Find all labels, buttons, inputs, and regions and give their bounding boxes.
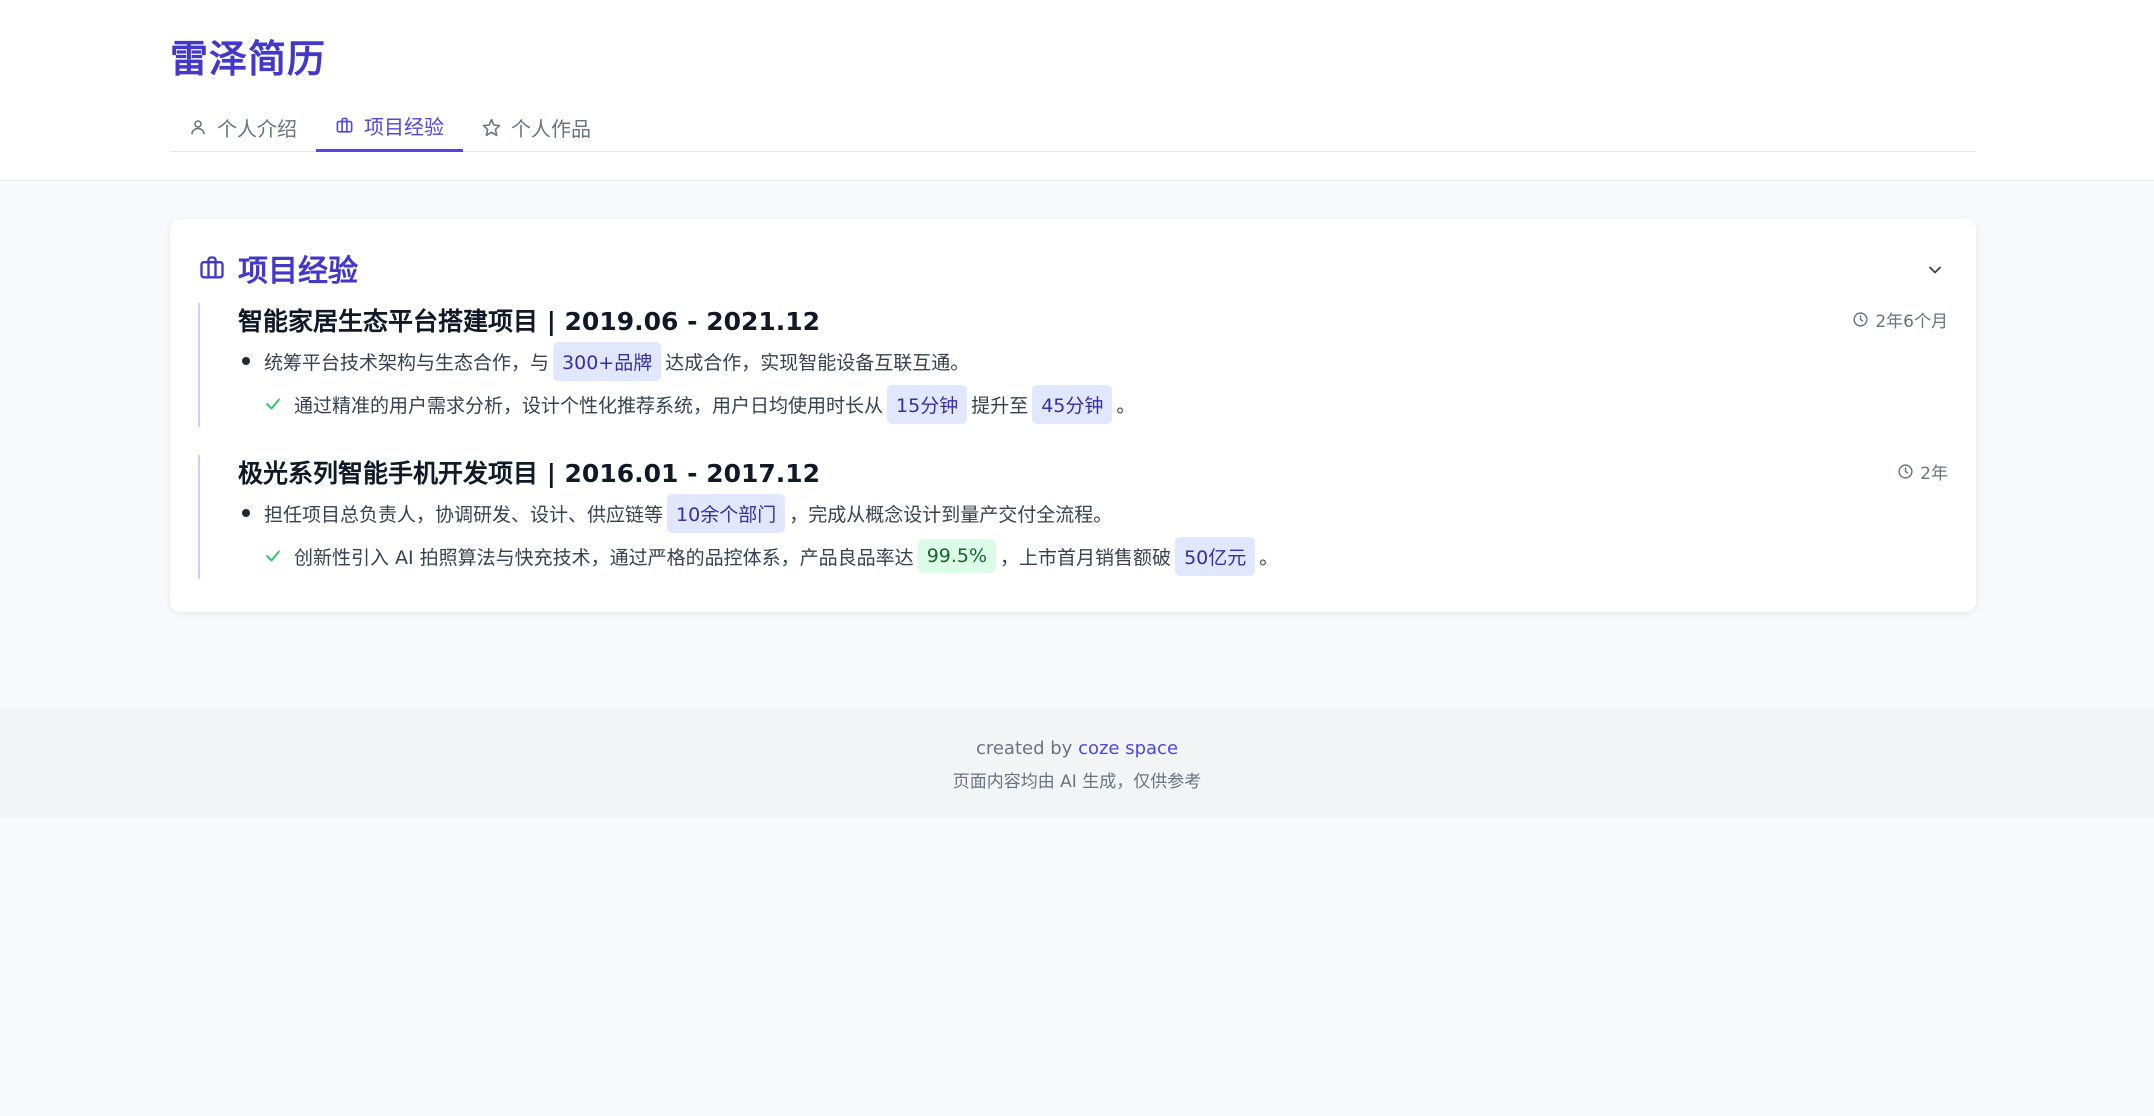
check-icon (266, 550, 280, 562)
highlight-tag: 300+品牌 (553, 341, 662, 381)
footer-credit: created by coze space (0, 738, 2154, 759)
achievement-text-mid: ，上市首月销售额破 (1000, 546, 1172, 569)
achievement-text-post: 。 (1259, 546, 1279, 569)
briefcase-icon (200, 256, 224, 279)
tab-intro-label: 个人介绍 (217, 116, 297, 141)
achievement-text-pre: 通过精准的用户需求分析，设计个性化推荐系统，用户日均使用时长从 (294, 394, 884, 417)
duration-text: 2年 (1920, 464, 1948, 484)
star-icon (482, 118, 501, 136)
highlight-tag: 45分钟 (1032, 384, 1113, 424)
check-icon (266, 398, 280, 410)
collapse-button[interactable] (1922, 257, 1948, 283)
achievement-text-pre: 创新性引入 AI 拍照算法与快充技术，通过严格的品控体系，产品良品率达 (294, 546, 914, 569)
project-title: 智能家居生态平台搭建项目 | 2019.06 - 2021.12 (238, 307, 821, 336)
clock-icon (1853, 312, 1868, 327)
project-duration: 2年 (1897, 459, 1948, 484)
project-achievement: 创新性引入 AI 拍照算法与快充技术，通过严格的品控体系，产品良品率达 99.5… (238, 533, 1948, 579)
chevron-down-icon (1929, 266, 1941, 274)
bullet-text-pre: 担任项目总负责人，协调研发、设计、供应链等 (264, 503, 664, 526)
section-title: 项目经验 (238, 254, 358, 289)
project-bullet: 统筹平台技术架构与生态合作，与 300+品牌 达成合作，实现智能设备互联互通。 (238, 341, 1948, 381)
achievement-text-mid: 提升至 (971, 394, 1029, 417)
tab-works-label: 个人作品 (511, 116, 591, 141)
achievement-text-post: 。 (1116, 394, 1136, 417)
tab-works[interactable]: 个人作品 (463, 102, 610, 152)
section-header: 项目经验 (198, 247, 1948, 289)
tab-bar: 个人介绍 项目经验 个人作品 (170, 102, 1976, 152)
brand-title: 雷泽简历 (170, 37, 327, 81)
duration-text: 2年6个月 (1875, 312, 1948, 332)
project-item: 极光系列智能手机开发项目 | 2016.01 - 2017.12 2年 担任项目… (198, 455, 1948, 579)
bullet-text-post: ，完成从概念设计到量产交付全流程。 (789, 503, 1113, 526)
tab-intro[interactable]: 个人介绍 (170, 102, 316, 152)
user-icon (191, 120, 205, 135)
footer: created by coze space 页面内容均由 AI 生成，仅供参考 (0, 708, 2154, 818)
project-title: 极光系列智能手机开发项目 | 2016.01 - 2017.12 (238, 459, 821, 488)
bullet-dot (242, 509, 250, 517)
header: 雷泽简历 个人介绍 项目经验 个人作品 (0, 0, 2154, 181)
bullet-dot (242, 357, 250, 365)
highlight-tag: 10余个部门 (667, 493, 786, 533)
tab-projects[interactable]: 项目经验 (316, 102, 463, 152)
project-item: 智能家居生态平台搭建项目 | 2019.06 - 2021.12 2年6个月 统… (198, 303, 1948, 427)
footer-created-by: created by (975, 738, 1073, 759)
coze-space-link[interactable]: coze space (1078, 738, 1178, 759)
clock-icon (1898, 464, 1913, 479)
briefcase-icon (336, 117, 353, 133)
projects-card: 项目经验 智能家居生态平台搭建项目 | 2019.06 - 2021.12 2年… (170, 219, 1976, 612)
project-achievement: 通过精准的用户需求分析，设计个性化推荐系统，用户日均使用时长从 15分钟 提升至… (238, 381, 1948, 427)
footer-disclaimer: 页面内容均由 AI 生成，仅供参考 (952, 772, 1202, 792)
project-bullet: 担任项目总负责人，协调研发、设计、供应链等 10余个部门 ，完成从概念设计到量产… (238, 493, 1948, 533)
project-duration: 2年6个月 (1852, 307, 1948, 332)
bullet-text-pre: 统筹平台技术架构与生态合作，与 (264, 351, 550, 374)
bullet-text-post: 达成合作，实现智能设备互联互通。 (665, 351, 970, 374)
highlight-tag: 15分钟 (887, 384, 968, 424)
highlight-tag: 50亿元 (1175, 536, 1256, 576)
header-inner: 雷泽简历 个人介绍 项目经验 个人作品 (170, 0, 1976, 181)
tab-projects-label: 项目经验 (364, 115, 444, 139)
main-content: 项目经验 智能家居生态平台搭建项目 | 2019.06 - 2021.12 2年… (170, 181, 1976, 612)
highlight-tag-green: 99.5% (917, 539, 997, 573)
